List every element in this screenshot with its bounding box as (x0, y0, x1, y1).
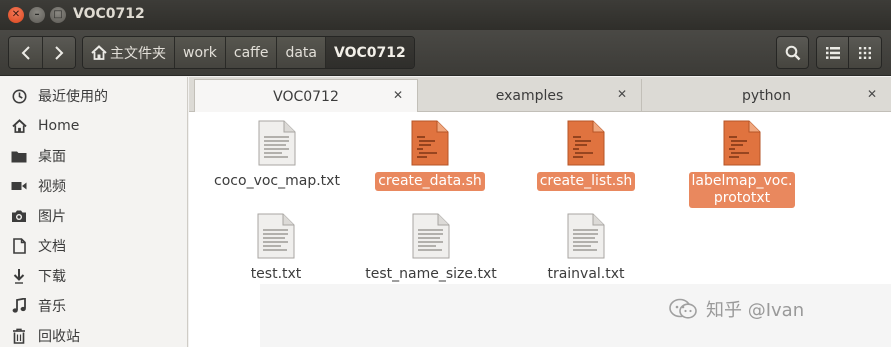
tab-examples[interactable]: examples ✕ (418, 79, 642, 112)
list-view-button[interactable] (816, 36, 849, 69)
home-icon (91, 45, 107, 60)
watermark: 知乎 @Ivan (668, 296, 804, 322)
text-file-icon (567, 213, 605, 259)
file-item-test[interactable]: test.txt (220, 213, 332, 284)
sidebar-item-label: Home (38, 118, 80, 134)
text-file-icon (258, 120, 296, 166)
window-title: VOC0712 (73, 6, 145, 22)
nav-buttons (8, 36, 76, 69)
home-icon (11, 119, 27, 133)
chevron-right-icon (55, 45, 64, 60)
breadcrumb: 主文件夹 work caffe data VOC0712 (82, 36, 415, 69)
script-file-icon (567, 120, 605, 166)
close-tab-icon[interactable]: ✕ (867, 87, 877, 101)
search-icon (785, 45, 800, 60)
grid-view-button[interactable] (849, 36, 882, 69)
file-name: create_list.sh (536, 172, 636, 191)
file-name-line: labelmap_voc. (691, 173, 793, 189)
forward-button[interactable] (42, 37, 75, 68)
search-button[interactable] (776, 36, 809, 69)
sidebar-item-home[interactable]: Home (0, 111, 187, 141)
toolbar: 主文件夹 work caffe data VOC0712 (0, 30, 891, 76)
script-file-icon (411, 120, 449, 166)
list-view-icon (825, 46, 840, 59)
file-name: labelmap_voc. prototxt (688, 172, 796, 208)
sidebar-item-pictures[interactable]: 图片 (0, 201, 187, 231)
chevron-left-icon (21, 45, 30, 60)
sidebar-item-label: 文档 (38, 239, 66, 255)
tab-python[interactable]: python ✕ (642, 79, 891, 112)
file-item-create-list[interactable]: create_list.sh (526, 120, 646, 191)
sidebar-item-downloads[interactable]: 下载 (0, 261, 187, 291)
sidebar-item-label: 最近使用的 (38, 89, 108, 105)
sidebar-item-documents[interactable]: 文档 (0, 231, 187, 261)
file-name-line: prototxt (713, 190, 771, 206)
breadcrumb-label: 主文件夹 (110, 45, 166, 62)
tab-bar: VOC0712 ✕ examples ✕ python ✕ (189, 77, 891, 113)
sidebar-item-desktop[interactable]: 桌面 (0, 141, 187, 171)
text-file-icon (412, 213, 450, 259)
tab-voc0712[interactable]: VOC0712 ✕ (194, 79, 418, 113)
close-icon: ✕ (11, 9, 21, 20)
title-bar: ✕ – □ VOC0712 (0, 0, 891, 30)
tab-label: VOC0712 (273, 88, 339, 105)
text-file-icon (257, 213, 295, 259)
file-item-test-name-size[interactable]: test_name_size.txt (361, 213, 501, 284)
script-file-icon (723, 120, 761, 166)
close-tab-icon[interactable]: ✕ (393, 88, 403, 102)
folder-icon (11, 151, 27, 162)
sidebar-item-label: 回收站 (38, 329, 80, 345)
breadcrumb-data[interactable]: data (276, 37, 325, 68)
tab-label: examples (495, 87, 564, 104)
file-name: test_name_size.txt (365, 266, 497, 282)
file-item-create-data[interactable]: create_data.sh (368, 120, 492, 191)
close-tab-icon[interactable]: ✕ (617, 87, 627, 101)
file-name: test.txt (250, 266, 302, 282)
minimize-icon: – (34, 9, 40, 20)
watermark-text: 知乎 @Ivan (706, 300, 805, 321)
camera-icon (12, 210, 26, 222)
back-button[interactable] (9, 37, 42, 68)
maximize-window-button[interactable]: □ (50, 7, 66, 23)
sidebar-item-videos[interactable]: 视频 (0, 171, 187, 201)
sidebar: 最近使用的 Home 桌面 视频 图片 文档 下载 音乐 回收站 (0, 77, 188, 347)
video-icon (11, 182, 27, 190)
minimize-window-button[interactable]: – (29, 7, 45, 23)
close-window-button[interactable]: ✕ (8, 7, 24, 23)
file-item-trainval[interactable]: trainval.txt (530, 213, 642, 284)
sidebar-item-trash[interactable]: 回收站 (0, 321, 187, 347)
clock-icon (12, 89, 26, 103)
download-icon (13, 269, 25, 284)
file-name: create_data.sh (375, 172, 485, 191)
breadcrumb-work[interactable]: work (174, 37, 225, 68)
breadcrumb-home[interactable]: 主文件夹 (83, 37, 174, 68)
tab-label: python (742, 87, 791, 104)
breadcrumb-caffe[interactable]: caffe (224, 37, 277, 68)
sidebar-item-recent[interactable]: 最近使用的 (0, 81, 187, 111)
music-icon (12, 298, 26, 313)
sidebar-item-music[interactable]: 音乐 (0, 291, 187, 321)
file-item-labelmap-voc[interactable]: labelmap_voc. prototxt (682, 120, 802, 208)
file-item-coco-voc-map[interactable]: coco_voc_map.txt (210, 120, 344, 191)
sidebar-item-label: 下载 (38, 269, 66, 285)
maximize-icon: □ (53, 9, 63, 20)
sidebar-item-label: 图片 (38, 209, 66, 225)
sidebar-item-label: 视频 (38, 179, 66, 195)
grid-view-icon (859, 46, 871, 59)
file-name: coco_voc_map.txt (214, 173, 340, 189)
zhihu-logo-icon (669, 298, 697, 319)
file-name: trainval.txt (547, 266, 625, 282)
document-icon (12, 238, 26, 254)
sidebar-item-label: 音乐 (38, 299, 66, 315)
breadcrumb-voc0712[interactable]: VOC0712 (324, 37, 414, 68)
trash-icon (13, 328, 25, 344)
sidebar-item-label: 桌面 (38, 149, 66, 165)
